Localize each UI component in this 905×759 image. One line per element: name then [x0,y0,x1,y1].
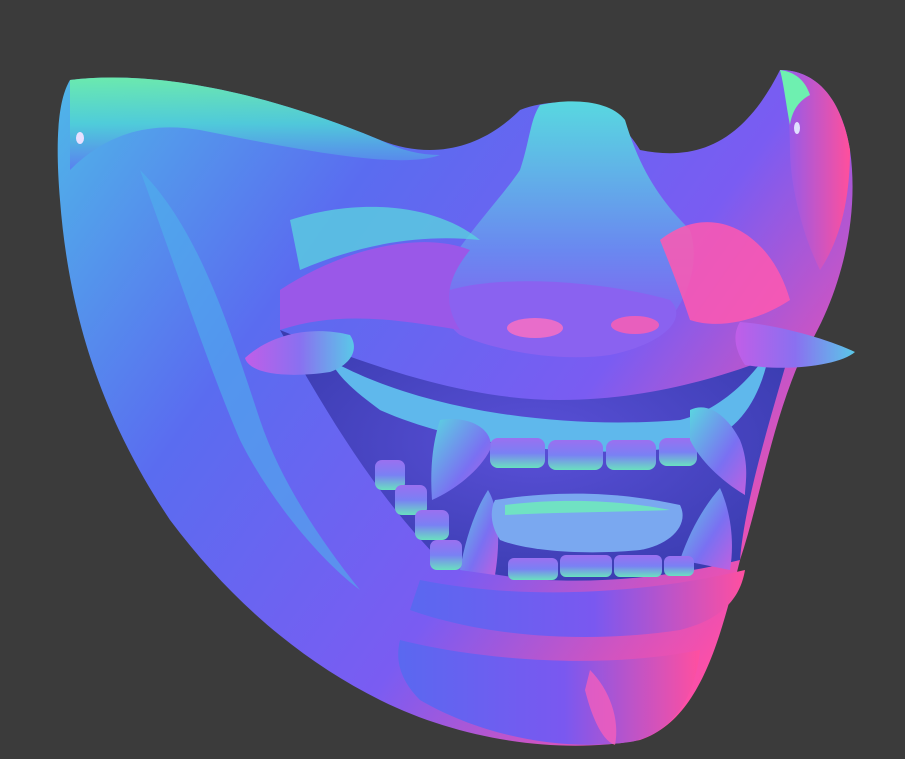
nostril-right [611,316,659,334]
3d-viewport[interactable] [0,0,905,759]
upper-teeth [490,438,697,470]
oni-mask-render [57,70,855,746]
nostril-left [507,318,563,338]
strap-hole-left [76,132,84,144]
strap-hole-right [794,122,800,134]
